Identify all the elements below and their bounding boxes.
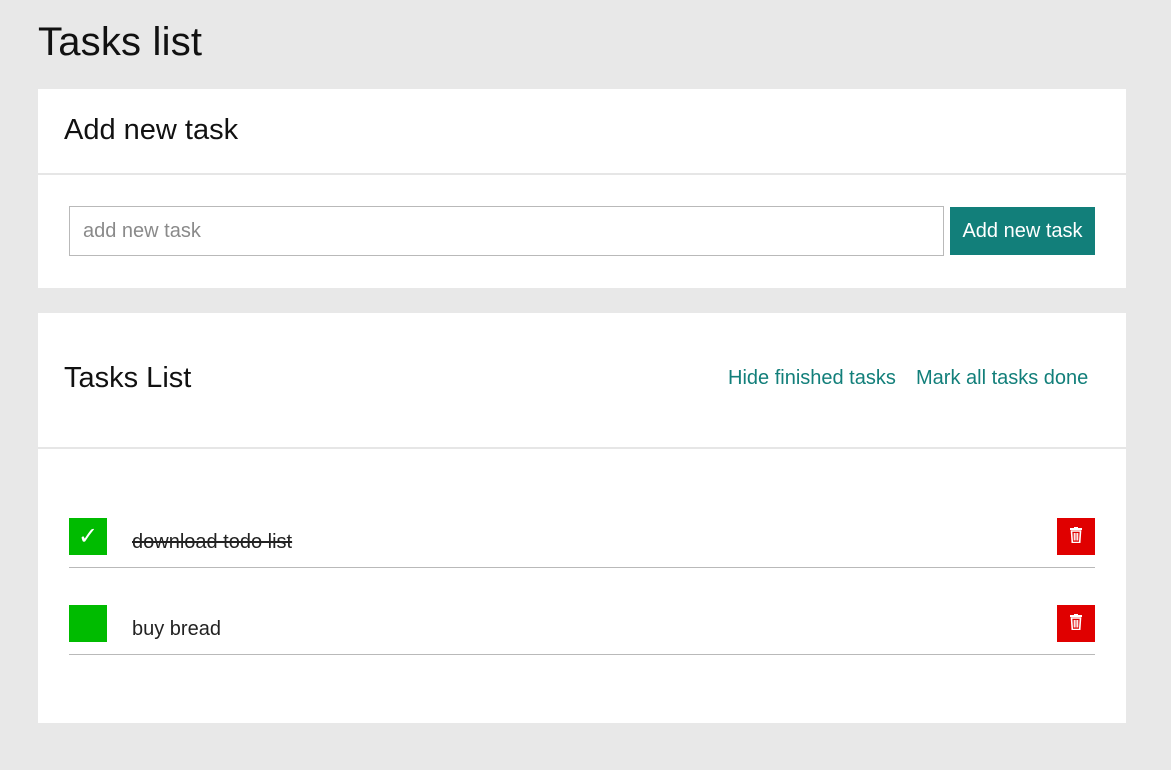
trash-icon: [1070, 527, 1082, 543]
task-label: download todo list: [132, 531, 293, 553]
add-task-card: Add new task Add new task: [38, 89, 1126, 288]
new-task-input[interactable]: [69, 206, 944, 256]
add-task-card-header: Add new task: [38, 89, 1126, 175]
checkmark-icon: ✓: [77, 523, 99, 550]
add-task-button[interactable]: Add new task: [950, 207, 1095, 255]
mark-all-tasks-done-link[interactable]: Mark all tasks done: [916, 366, 1088, 390]
task-label: buy bread: [132, 618, 221, 640]
task-row: buy bread: [69, 605, 1095, 655]
task-checkbox-checked[interactable]: ✓: [69, 518, 107, 555]
tasks-list-card-header: Tasks List Hide finished tasks Mark all …: [38, 313, 1126, 449]
task-row: ✓ download todo list: [69, 518, 1095, 568]
tasks-list-card: Tasks List Hide finished tasks Mark all …: [38, 313, 1126, 723]
add-task-title: Add new task: [64, 114, 239, 146]
tasks-list-title: Tasks List: [64, 362, 192, 394]
task-checkbox-unchecked[interactable]: [69, 605, 107, 642]
page-title: Tasks list: [38, 20, 203, 64]
delete-task-button[interactable]: [1057, 605, 1095, 642]
hide-finished-tasks-link[interactable]: Hide finished tasks: [728, 366, 896, 390]
trash-icon: [1070, 614, 1082, 630]
delete-task-button[interactable]: [1057, 518, 1095, 555]
